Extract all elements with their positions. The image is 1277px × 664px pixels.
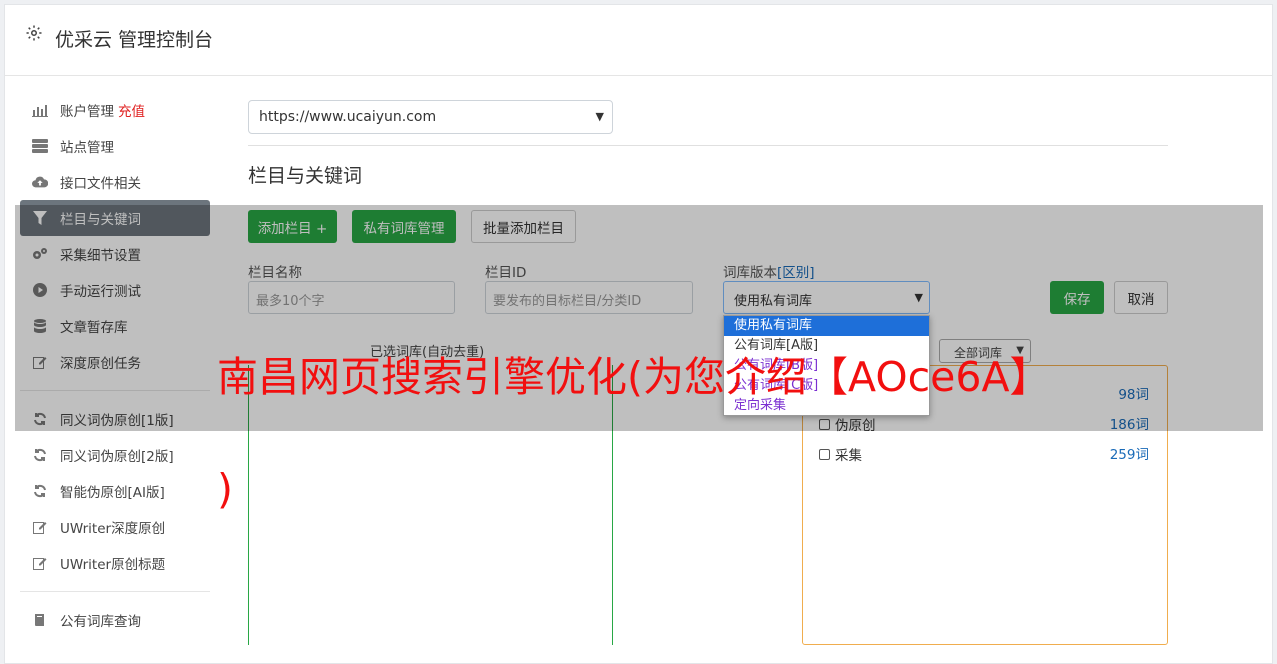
sidebar-item-interface[interactable]: 接口文件相关 [20,164,210,200]
edit-icon [32,519,48,535]
lib-count: 259词 [1109,447,1149,463]
dropdown-option[interactable]: 使用私有词库 [724,316,929,336]
promo-text-continued: ) [217,465,233,513]
sidebar-item-label: 同义词伪原创[2版] [60,449,174,465]
gear-icon [26,25,42,41]
sidebar-item-uwriter-deep[interactable]: UWriter深度原创 [20,509,210,545]
site-select[interactable]: https://www.ucaiyun.com ▼ [248,100,613,134]
sidebar-item-public-lib[interactable]: 公有词库查询 [20,602,210,638]
sidebar-item-ai-rewrite[interactable]: 智能伪原创[AI版] [20,473,210,509]
sidebar-item-synonym-v2[interactable]: 同义词伪原创[2版] [20,437,210,473]
sidebar-item-label: 智能伪原创[AI版] [60,485,165,501]
site-select-value: https://www.ucaiyun.com [259,109,437,125]
recharge-link[interactable]: 充值 [118,100,145,120]
chevron-down-icon: ▼ [595,110,604,123]
server-icon [32,138,48,154]
refresh-icon [32,447,48,463]
divider [248,145,1168,146]
sidebar-item-sites[interactable]: 站点管理 [20,128,210,164]
book-icon [32,612,48,628]
lib-name: 采集 [835,448,862,464]
sidebar-item-uwriter-title[interactable]: UWriter原创标题 [20,545,210,581]
sidebar-item-label: 站点管理 [60,140,114,156]
edit-icon [32,555,48,571]
sidebar-item-label: 账户管理 [60,104,114,120]
sidebar-item-label: 接口文件相关 [60,176,141,192]
sidebar-item-label: UWriter深度原创 [60,521,166,537]
refresh-icon [32,483,48,499]
checkbox[interactable] [819,448,830,460]
sidebar-item-label: 公有词库查询 [60,614,141,630]
top-header: 优采云 管理控制台 [5,5,1272,76]
promo-text: 南昌网页搜索引擎优化(为您介绍【AOce6A】 [217,353,1051,401]
cloud-upload-icon [32,174,48,190]
section-title: 栏目与关键词 [248,165,363,187]
app-title: 优采云 管理控制台 [55,29,214,51]
sidebar-item-label: UWriter原创标题 [60,557,166,573]
lib-item[interactable]: 采集 [819,444,862,464]
sidebar-divider [20,591,210,592]
bar-chart-icon [32,102,48,118]
sidebar-item-account[interactable]: 账户管理 充值 [20,92,210,128]
